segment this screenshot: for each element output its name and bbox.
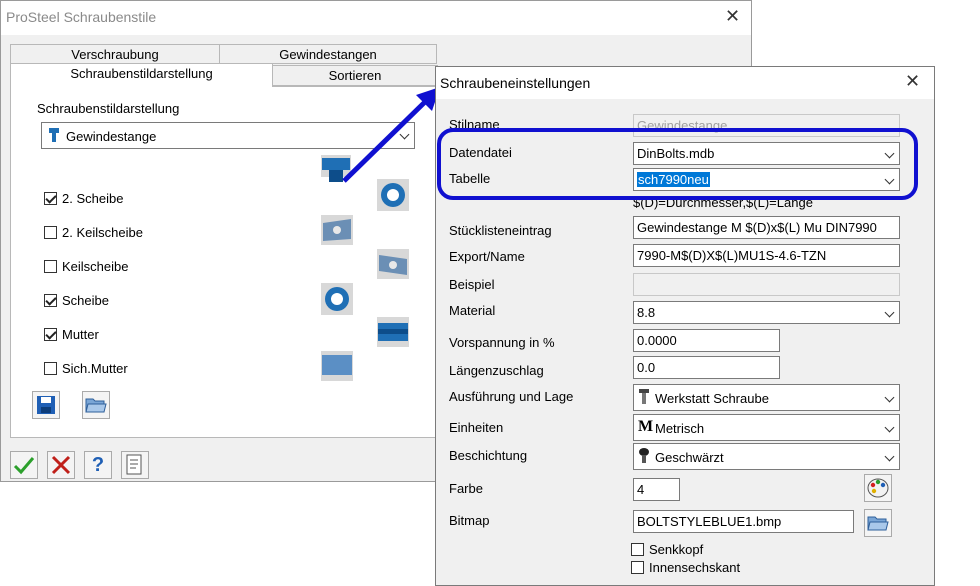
- beschichtung-select[interactable]: Geschwärzt: [633, 443, 900, 470]
- chevron-down-icon: [884, 307, 895, 318]
- bitmap-label: Bitmap: [449, 513, 490, 528]
- ok-icon: [13, 457, 35, 475]
- ausfuehrung-value: Werkstatt Schraube: [655, 391, 769, 406]
- checkbox-label: Keilscheibe: [62, 259, 129, 274]
- report-button[interactable]: [121, 451, 149, 479]
- einheiten-value: Metrisch: [655, 421, 705, 436]
- cancel-icon: [51, 455, 71, 475]
- bolt-icon: [49, 128, 59, 142]
- beispiel-field: [633, 273, 900, 296]
- senkkopf-label: Senkkopf: [649, 542, 704, 557]
- farbe-label: Farbe: [449, 481, 483, 496]
- farbe-value: 4: [637, 482, 645, 497]
- coating-icon: [639, 448, 649, 463]
- folder-open-icon: [867, 516, 889, 531]
- chevron-down-icon: [884, 422, 895, 433]
- export-value: 7990-M$(D)X$(L)MU1S-4.6-TZN: [637, 248, 827, 263]
- tab-sortieren[interactable]: Sortieren: [272, 65, 438, 86]
- close-icon[interactable]: ✕: [905, 71, 920, 92]
- stueckliste-value: Gewindestange M $(D)x$(L) Mu DIN7990: [637, 220, 877, 235]
- beispiel-label: Beispiel: [449, 277, 495, 292]
- bitmap-value: BOLTSTYLEBLUE1.bmp: [637, 514, 782, 529]
- ausfuehrung-select[interactable]: Werkstatt Schraube: [633, 384, 900, 411]
- dialog-title: Schraubeneinstellungen: [440, 75, 591, 91]
- ok-button[interactable]: [10, 451, 38, 479]
- wedge-washer-preview-icon: [377, 249, 409, 279]
- title-bar: ProSteel Schraubenstile ✕: [1, 1, 751, 35]
- bitmap-browse-button[interactable]: [864, 509, 892, 537]
- style-select-value: Gewindestange: [66, 129, 157, 144]
- tab-verschraubung[interactable]: Verschraubung: [10, 44, 220, 64]
- color-picker-button[interactable]: [864, 474, 892, 502]
- export-label: Export/Name: [449, 249, 525, 264]
- help-button[interactable]: ?: [84, 451, 112, 479]
- innensechskant-checkbox[interactable]: [631, 561, 644, 574]
- einheiten-label: Einheiten: [449, 420, 504, 435]
- beschichtung-label: Beschichtung: [449, 448, 528, 463]
- einheiten-select[interactable]: M Metrisch: [633, 414, 900, 441]
- close-icon[interactable]: ✕: [725, 6, 740, 27]
- annotation-arrow: [342, 87, 440, 183]
- beschichtung-value: Geschwärzt: [655, 450, 724, 465]
- washer-preview-icon: [321, 283, 353, 315]
- laengenzuschlag-input[interactable]: 0.0: [633, 356, 780, 379]
- checkbox-label: Mutter: [62, 327, 99, 342]
- checkbox-scheibe[interactable]: [44, 294, 57, 307]
- laengenzuschlag-value: 0.0: [637, 360, 656, 375]
- report-icon: [126, 454, 142, 475]
- tab-schraubenstildarstellung[interactable]: Schraubenstildarstellung: [10, 63, 273, 87]
- vorspannung-input[interactable]: 0.0000: [633, 329, 780, 352]
- checkbox-keilscheibe[interactable]: [44, 260, 57, 273]
- material-select[interactable]: 8.8: [633, 301, 900, 324]
- nut-preview-icon: [377, 317, 409, 347]
- export-input[interactable]: 7990-M$(D)X$(L)MU1S-4.6-TZN: [633, 244, 900, 267]
- checkbox-label: Sich.Mutter: [62, 361, 128, 376]
- checkbox-2-scheibe[interactable]: [44, 192, 57, 205]
- senkkopf-checkbox[interactable]: [631, 543, 644, 556]
- chevron-down-icon: [884, 451, 895, 462]
- units-icon: M: [638, 418, 654, 435]
- folder-open-icon: [85, 398, 107, 413]
- checkbox-label: Scheibe: [62, 293, 109, 308]
- material-value: 8.8: [637, 305, 656, 320]
- checkbox-label: 2. Keilscheibe: [62, 225, 143, 240]
- ausfuehrung-label: Ausführung und Lage: [449, 389, 574, 404]
- cancel-button[interactable]: [47, 451, 75, 479]
- farbe-input[interactable]: 4: [633, 478, 680, 501]
- help-icon: ?: [91, 454, 105, 476]
- save-icon: [37, 396, 55, 414]
- checkbox-2-keilscheibe[interactable]: [44, 226, 57, 239]
- tool-icon: [639, 389, 649, 404]
- stueckliste-label: Stücklisteneintrag: [449, 223, 552, 238]
- checkbox-mutter[interactable]: [44, 328, 57, 341]
- window-title: ProSteel Schraubenstile: [6, 9, 157, 25]
- bitmap-input[interactable]: BOLTSTYLEBLUE1.bmp: [633, 510, 854, 533]
- annotation-highlight: [437, 128, 918, 200]
- wedge-washer-2-preview-icon: [321, 215, 353, 245]
- group-label: Schraubenstildarstellung: [37, 101, 180, 116]
- material-label: Material: [449, 303, 496, 318]
- innensechskant-label: Innensechskant: [649, 560, 741, 575]
- vorspannung-label: Vorspannung in %: [449, 335, 555, 350]
- palette-icon: [867, 478, 889, 498]
- save-button[interactable]: [32, 391, 60, 419]
- tab-gewindestangen[interactable]: Gewindestangen: [219, 44, 437, 64]
- open-button[interactable]: [82, 391, 110, 419]
- lock-nut-preview-icon: [321, 351, 353, 381]
- checkbox-sich-mutter[interactable]: [44, 362, 57, 375]
- dialog-title-bar: Schraubeneinstellungen ✕: [436, 67, 934, 99]
- laengenzuschlag-label: Längenzuschlag: [449, 363, 544, 378]
- chevron-down-icon: [884, 392, 895, 403]
- checkbox-label: 2. Scheibe: [62, 191, 124, 206]
- stueckliste-input[interactable]: Gewindestange M $(D)x$(L) Mu DIN7990: [633, 216, 900, 239]
- vorspannung-value: 0.0000: [637, 333, 677, 348]
